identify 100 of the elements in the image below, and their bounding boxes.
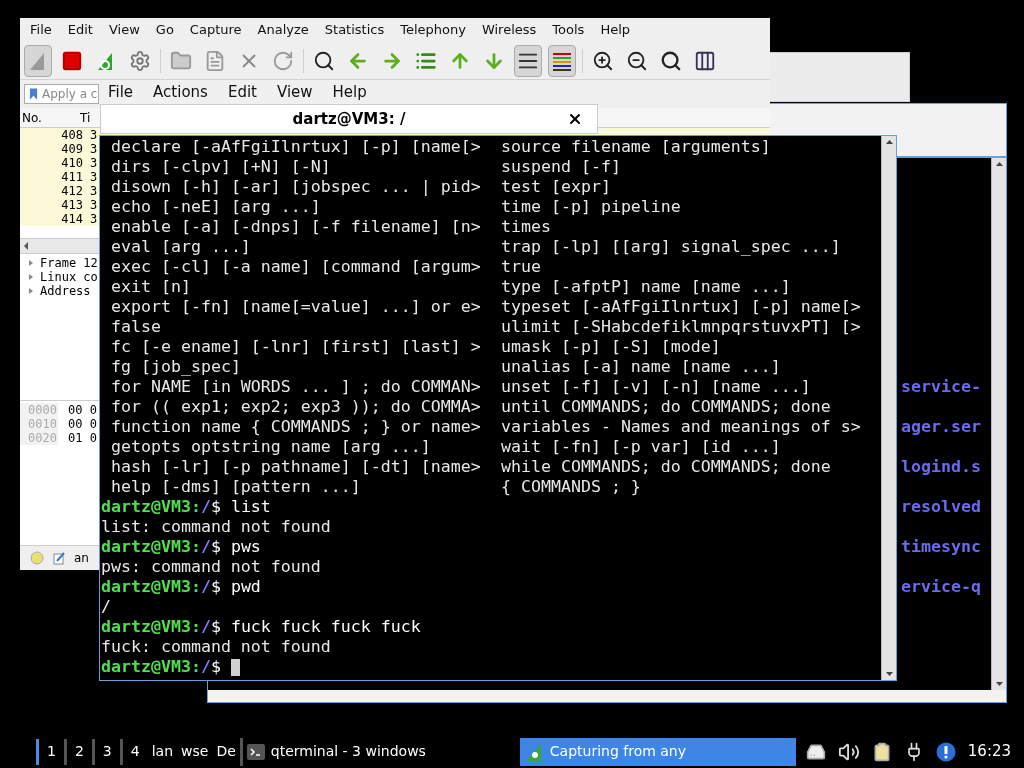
terminal-line: ervice-q xyxy=(901,577,982,598)
terminal-line: until COMMANDS; do COMMANDS; done xyxy=(501,397,831,417)
menu-item[interactable]: File xyxy=(30,20,52,40)
search-icon xyxy=(313,49,335,72)
hex-bytes: 00 0 xyxy=(68,403,97,417)
terminal-line: type [-afptP] name [name ...] xyxy=(501,277,791,297)
table-cell: 3 xyxy=(90,184,98,198)
terminal-line: help [-dms] [pattern ...] xyxy=(110,477,362,497)
terminal-icon xyxy=(246,743,265,760)
prompt-line: dartz@VM3:/$ xyxy=(101,657,881,677)
table-cell: 3 xyxy=(90,142,98,156)
terminal-line: fuck: command not found xyxy=(101,637,332,657)
terminal-line: ulimit [-SHabcdefiklmnpqrstuvxPT] [> xyxy=(501,317,861,337)
terminal-line: unset [-f] [-v] [-n] [name ...] xyxy=(501,377,811,397)
terminal-line: trap [-lp] [[arg] signal_spec ...] xyxy=(501,237,841,257)
reload-icon xyxy=(272,49,294,72)
column-header[interactable]: No. xyxy=(22,108,42,127)
terminal-line: true xyxy=(501,257,541,277)
terminal-line: umask [-p] [-S] [mode] xyxy=(501,337,721,357)
table-cell: 3 xyxy=(90,128,98,142)
table-cell-text: 408 xyxy=(60,128,83,142)
terminal-line: disown [-h] [-ar] [jobspec ... | pid> xyxy=(110,177,482,197)
terminal-line: service- xyxy=(901,377,982,398)
hex-offset: 0020 xyxy=(20,431,58,445)
scrollbar[interactable] xyxy=(881,136,896,680)
menu-item[interactable]: Help xyxy=(332,80,367,104)
terminal-line: / xyxy=(101,597,112,617)
terminal-line: while COMMANDS; do COMMANDS; done xyxy=(501,457,831,477)
menu-item[interactable]: Help xyxy=(600,20,630,40)
prompt-line: dartz@VM3:/$ list xyxy=(101,497,272,517)
close-icon[interactable] xyxy=(567,111,583,127)
document-icon xyxy=(204,49,226,72)
prompt-line: dartz@VM3:/$ pwd xyxy=(101,577,262,597)
table-cell-text: 410 xyxy=(60,156,83,170)
menu-item[interactable]: Statistics xyxy=(324,20,385,40)
menu-item[interactable]: View xyxy=(276,80,313,104)
column-header[interactable]: Ti xyxy=(79,108,91,127)
terminal-line: exit [n] xyxy=(110,277,192,297)
workspace-button[interactable]: 3 xyxy=(91,738,120,765)
expand-arrow-icon[interactable] xyxy=(28,287,34,295)
terminal-line: { COMMANDS ; } xyxy=(501,477,641,497)
settings-icon xyxy=(129,49,151,72)
table-cell: 3 xyxy=(90,212,98,226)
table-cell-text: 411 xyxy=(60,170,83,184)
menu-item[interactable]: Analyze xyxy=(257,20,309,40)
table-cell: 3 xyxy=(90,198,98,212)
zoom-in-icon xyxy=(592,49,614,72)
scrollbar[interactable] xyxy=(991,158,1006,690)
menu-item[interactable]: Capture xyxy=(189,20,242,40)
terminal-line: enable [-a] [-dnps] [-f filename] [n> xyxy=(110,217,482,237)
table-cell-text: 412 xyxy=(60,184,83,198)
info-icon[interactable] xyxy=(935,741,956,762)
menu-item[interactable]: Actions xyxy=(153,80,208,104)
menu-item[interactable]: Telephony xyxy=(400,20,466,40)
menu-item[interactable]: View xyxy=(108,20,140,40)
terminal-line: logind.s xyxy=(901,457,982,478)
terminal-line: pws: command not found xyxy=(101,557,322,577)
terminal-line: exec [-cl] [-a name] [command [argum> xyxy=(110,257,482,277)
prompt-line: dartz@VM3:/$ fuck fuck fuck fuck xyxy=(101,617,422,637)
terminal-line: false xyxy=(110,317,162,337)
terminal-tab[interactable]: dartz@VM3: / xyxy=(100,104,598,134)
terminal-line: list: command not found xyxy=(101,517,332,537)
terminal-line: timesync xyxy=(901,537,982,558)
task-button[interactable]: Capturing from any xyxy=(519,737,796,766)
menu-item[interactable]: File xyxy=(108,80,134,104)
menu-item[interactable]: Go xyxy=(155,20,174,40)
terminal-line: test [expr] xyxy=(501,177,611,197)
expand-arrow-icon[interactable] xyxy=(28,259,34,267)
expand-arrow-icon[interactable] xyxy=(28,273,34,281)
filter-field[interactable]: Apply a c xyxy=(24,84,99,104)
terminal-line: for (( exp1; exp2; exp3 )); do COMMA> xyxy=(110,397,482,417)
terminal-line: variables - Names and meanings of s> xyxy=(501,417,861,437)
toolbar-button[interactable] xyxy=(514,44,542,77)
tab-title: dartz@VM3: / xyxy=(292,108,406,130)
menu-item[interactable]: Tools xyxy=(552,20,585,40)
workspace-button[interactable]: 1 xyxy=(36,738,64,765)
zoom-out-icon xyxy=(626,49,648,72)
menu-item[interactable]: Wireless xyxy=(481,20,537,40)
terminal-line: suspend [-f] xyxy=(501,157,621,177)
workspace-button[interactable]: 2 xyxy=(63,738,92,765)
clock: 16:23 xyxy=(967,741,1012,763)
toolbar-button[interactable] xyxy=(548,44,576,77)
hex-offset: 0000 xyxy=(20,403,58,417)
terminal-line: echo [-neE] [arg ...] xyxy=(110,197,322,217)
terminal-line: source filename [arguments] xyxy=(501,137,771,157)
terminal-line: fg [job_spec] xyxy=(110,357,242,377)
menu-item[interactable]: Edit xyxy=(67,20,93,40)
terminal-line: eval [arg ...] xyxy=(110,237,252,257)
table-cell-text: 413 xyxy=(60,198,83,212)
menu-item[interactable]: Edit xyxy=(227,80,257,104)
terminal-line: fc [-e ename] [-lnr] [first] [last] > xyxy=(110,337,482,357)
left-arrow-icon xyxy=(22,241,30,251)
terminal-line: getopts optstring name [arg ...] xyxy=(110,437,432,457)
folder-icon xyxy=(170,49,192,72)
edit-icon[interactable] xyxy=(52,551,66,565)
hex-offset: 0010 xyxy=(20,417,58,431)
table-cell: 3 xyxy=(90,170,98,184)
terminal-line: unalias [-a] name [name ...] xyxy=(501,357,781,377)
terminal-line: dirs [-clpv] [+N] [-N] xyxy=(110,157,332,177)
status-text: an xyxy=(74,550,89,567)
